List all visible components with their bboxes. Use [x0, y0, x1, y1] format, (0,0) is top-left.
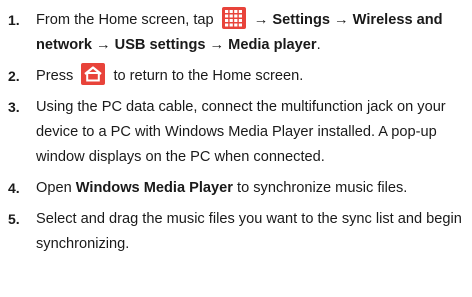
step-list: 1. From the Home screen, tap → Settings …	[8, 7, 466, 257]
instructions-page: 1. From the Home screen, tap → Settings …	[0, 0, 472, 297]
home-icon	[81, 63, 106, 86]
step-text-end: to synchronize music files.	[237, 180, 408, 196]
step-text: From the Home screen, tap	[36, 12, 214, 28]
apps-grid-icon	[221, 7, 246, 30]
step-text: Select and drag the music files you want…	[36, 211, 462, 252]
step-3: 3. Using the PC data cable, connect the …	[8, 95, 466, 170]
step-text: Press	[36, 68, 74, 84]
step-number: 4.	[8, 180, 20, 196]
step-4: 4. Open Windows Media Player to synchron…	[8, 176, 466, 201]
step-5: 5. Select and drag the music files you w…	[8, 207, 466, 257]
step-number: 5.	[8, 211, 20, 227]
step-2: 2. Press to return to the Home screen.	[8, 63, 466, 89]
step-1: 1. From the Home screen, tap → Settings …	[8, 7, 466, 58]
step-number: 3.	[8, 99, 20, 115]
step-text-end: .	[316, 37, 321, 53]
step-text-end: to return to the Home screen.	[113, 68, 304, 84]
step-text: Using the PC data cable, connect the mul…	[36, 99, 446, 165]
step-number: 2.	[8, 68, 20, 84]
app-name: Windows Media Player	[75, 180, 233, 196]
step-number: 1.	[8, 12, 20, 28]
step-text: Open	[36, 180, 72, 196]
